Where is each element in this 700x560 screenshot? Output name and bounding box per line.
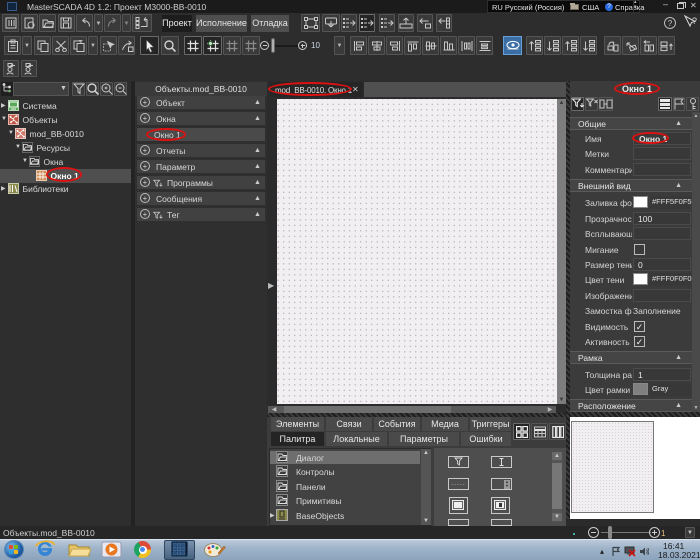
svg-text:?: ?: [692, 16, 697, 26]
